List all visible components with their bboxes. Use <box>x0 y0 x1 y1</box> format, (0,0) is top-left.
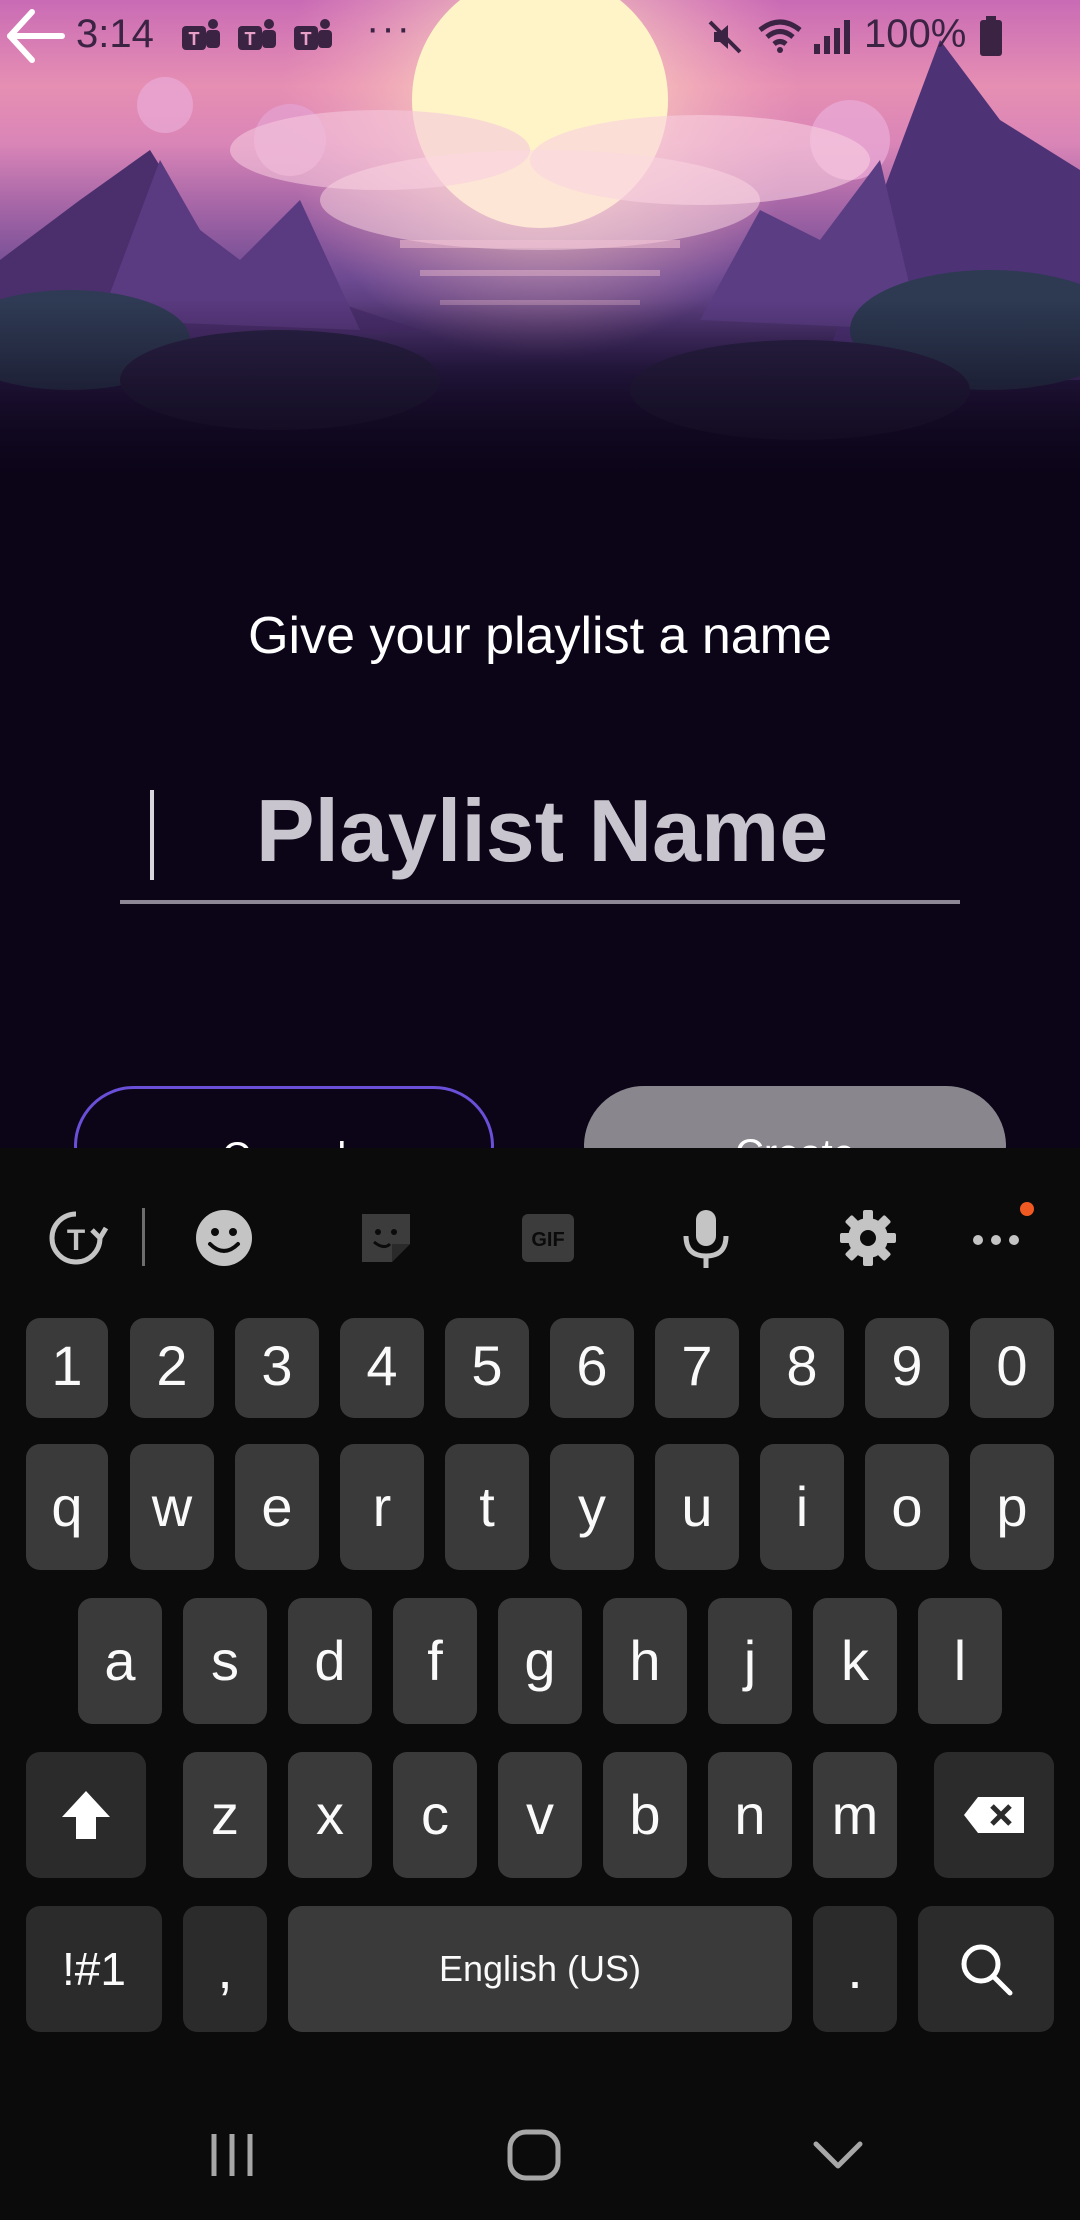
more-notifications-icon: ··· <box>366 6 412 50</box>
gif-icon[interactable]: GIF <box>512 1202 584 1274</box>
key-6[interactable]: 6 <box>550 1318 634 1418</box>
wifi-icon <box>758 19 802 53</box>
key-m[interactable]: m <box>813 1752 897 1878</box>
symbols-key[interactable]: !#1 <box>26 1906 162 2032</box>
text-cursor <box>150 790 154 880</box>
svg-text:T: T <box>67 1224 85 1257</box>
sticker-icon[interactable] <box>350 1202 422 1274</box>
gear-icon[interactable] <box>832 1202 904 1274</box>
key-r[interactable]: r <box>340 1444 424 1570</box>
teams-notification-icon: T <box>238 19 276 50</box>
key-g[interactable]: g <box>498 1598 582 1724</box>
battery-icon <box>980 16 1002 56</box>
header-artwork: 3:14 T T T ··· 100% <box>0 0 1080 480</box>
back-arrow-icon[interactable] <box>0 0 72 72</box>
emoji-icon[interactable] <box>188 1202 260 1274</box>
key-a[interactable]: a <box>78 1598 162 1724</box>
key-1[interactable]: 1 <box>26 1318 108 1418</box>
key-f[interactable]: f <box>393 1598 477 1724</box>
key-z[interactable]: z <box>183 1752 267 1878</box>
signal-icon <box>814 20 850 54</box>
svg-text:GIF: GIF <box>531 1229 564 1251</box>
key-b[interactable]: b <box>603 1752 687 1878</box>
svg-text:T: T <box>189 29 200 49</box>
translate-icon[interactable]: T <box>40 1202 112 1274</box>
home-icon[interactable] <box>494 2120 574 2190</box>
key-4[interactable]: 4 <box>340 1318 424 1418</box>
svg-text:T: T <box>245 29 256 49</box>
key-t[interactable]: t <box>445 1444 529 1570</box>
key-k[interactable]: k <box>813 1598 897 1724</box>
microphone-icon[interactable] <box>670 1202 742 1274</box>
toolbar-divider <box>142 1208 145 1266</box>
hide-keyboard-icon[interactable] <box>798 2120 878 2190</box>
key-n[interactable]: n <box>708 1752 792 1878</box>
key-u[interactable]: u <box>655 1444 739 1570</box>
key-5[interactable]: 5 <box>445 1318 529 1418</box>
key-8[interactable]: 8 <box>760 1318 844 1418</box>
key-c[interactable]: c <box>393 1752 477 1878</box>
notification-dot <box>1020 1202 1034 1216</box>
battery-percent: 100% <box>864 12 967 56</box>
key-7[interactable]: 7 <box>655 1318 739 1418</box>
key-i[interactable]: i <box>760 1444 844 1570</box>
backspace-icon <box>964 1797 1024 1833</box>
key-x[interactable]: x <box>288 1752 372 1878</box>
key-w[interactable]: w <box>130 1444 214 1570</box>
key-0[interactable]: 0 <box>970 1318 1054 1418</box>
keyboard: T GIF 1 2 3 4 5 6 7 8 9 0 q w e r t y u … <box>0 1148 1080 2220</box>
key-3[interactable]: 3 <box>235 1318 319 1418</box>
name-prompt: Give your playlist a name <box>248 607 832 665</box>
recent-apps-icon[interactable] <box>192 2120 272 2190</box>
key-j[interactable]: j <box>708 1598 792 1724</box>
system-nav-bar <box>0 2090 1080 2220</box>
teams-notification-icon: T <box>294 19 332 50</box>
period-key[interactable]: . <box>813 1906 897 2032</box>
key-o[interactable]: o <box>865 1444 949 1570</box>
key-d[interactable]: d <box>288 1598 372 1724</box>
search-key[interactable] <box>918 1906 1054 2032</box>
mute-icon <box>708 20 742 54</box>
key-q[interactable]: q <box>26 1444 108 1570</box>
svg-text:T: T <box>301 29 312 49</box>
shift-icon <box>62 1791 110 1839</box>
shift-key[interactable] <box>26 1752 146 1878</box>
playlist-name-input[interactable] <box>120 770 964 892</box>
playlist-name-field[interactable] <box>120 760 964 904</box>
key-2[interactable]: 2 <box>130 1318 214 1418</box>
comma-key[interactable]: , <box>183 1906 267 2032</box>
key-h[interactable]: h <box>603 1598 687 1724</box>
search-icon <box>961 1944 1013 1996</box>
clock: 3:14 <box>76 12 154 56</box>
key-l[interactable]: l <box>918 1598 1002 1724</box>
key-9[interactable]: 9 <box>865 1318 949 1418</box>
backspace-key[interactable] <box>934 1752 1054 1878</box>
status-bar: 3:14 T T T ··· 100% <box>0 0 1080 72</box>
key-y[interactable]: y <box>550 1444 634 1570</box>
key-v[interactable]: v <box>498 1752 582 1878</box>
teams-notification-icon: T <box>182 19 220 50</box>
space-key[interactable]: English (US) <box>288 1906 792 2032</box>
key-e[interactable]: e <box>235 1444 319 1570</box>
key-p[interactable]: p <box>970 1444 1054 1570</box>
key-s[interactable]: s <box>183 1598 267 1724</box>
